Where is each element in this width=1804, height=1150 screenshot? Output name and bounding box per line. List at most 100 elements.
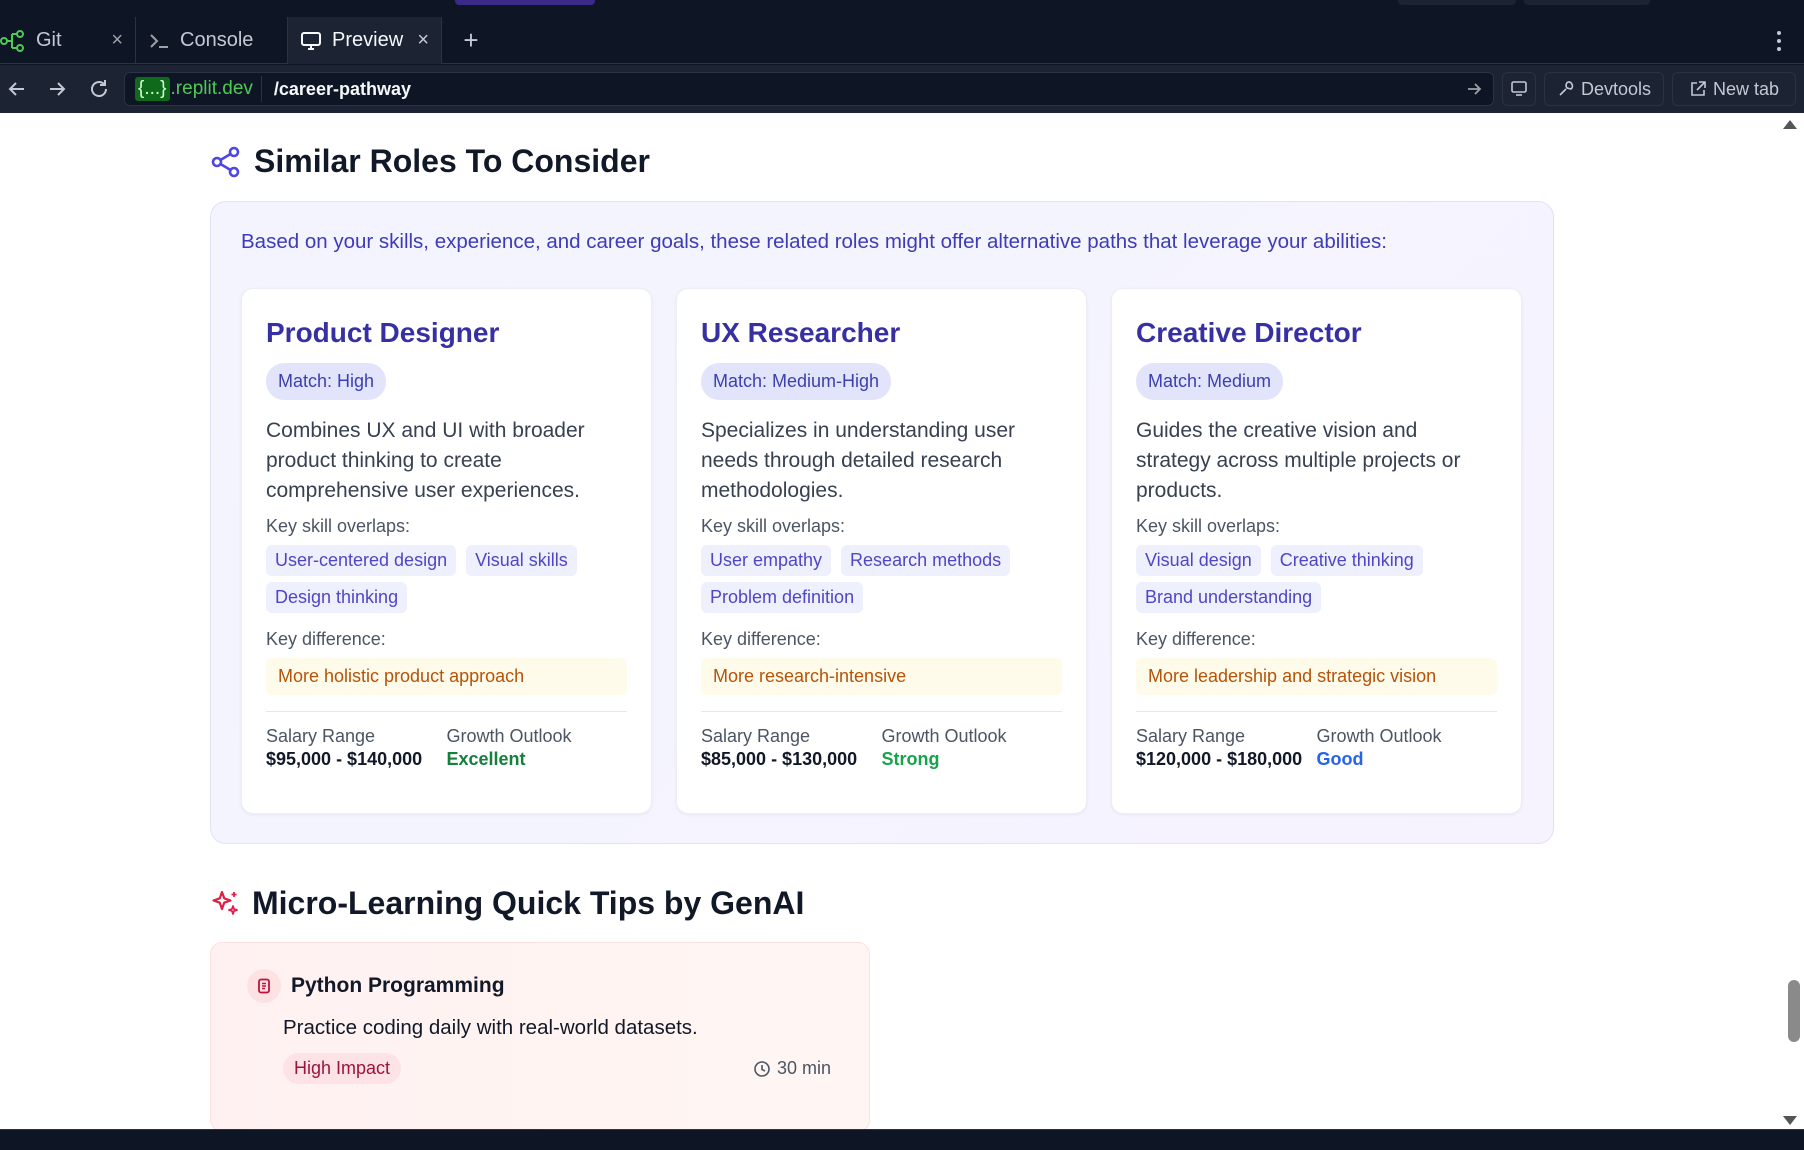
divider — [1136, 711, 1497, 712]
url-host-badge: {...} — [135, 77, 170, 101]
share-icon — [210, 146, 242, 178]
toolbar-button-edge[interactable] — [1398, 0, 1516, 5]
new-tab-label: New tab — [1712, 78, 1780, 99]
tip-topic: Python Programming — [291, 974, 505, 997]
devtools-label: Devtools — [1580, 78, 1652, 99]
tab-label: Preview — [332, 29, 404, 51]
match-badge: Match: Medium-High — [701, 363, 892, 400]
workspace-top-strip — [0, 0, 1804, 17]
url-path: /career-pathway — [273, 78, 411, 99]
address-bar: {...} .replit.dev /career-pathway Devtool… — [0, 65, 1804, 113]
vertical-scrollbar[interactable] — [1782, 113, 1804, 1129]
growth-value: Good — [1316, 749, 1364, 769]
similar-roles-panel: Based on your skills, experience, and ca… — [210, 201, 1554, 844]
reload-icon — [91, 80, 107, 97]
tab-preview[interactable]: Preview × — [288, 17, 442, 64]
tab-git[interactable]: Git × — [0, 17, 136, 64]
key-difference-value: More holistic product approach — [266, 658, 627, 695]
growth-value: Excellent — [446, 749, 526, 769]
salary-label: Salary Range — [701, 726, 811, 746]
key-difference-label: Key difference: — [1136, 629, 1256, 649]
close-icon[interactable]: × — [111, 30, 123, 50]
sparkles-icon — [210, 889, 240, 919]
scroll-down-icon[interactable] — [1783, 1116, 1797, 1125]
key-difference-value: More research-intensive — [701, 658, 1062, 695]
skill-chip-list: User empathy Research methods Problem de… — [701, 545, 1062, 613]
role-card-product-designer[interactable]: Product Designer Match: High Combines UX… — [241, 288, 652, 814]
tip-card[interactable]: Python Programming Practice coding daily… — [210, 942, 870, 1129]
device-preview-button[interactable] — [1502, 72, 1536, 106]
forward-button[interactable] — [42, 75, 72, 103]
growth-value: Strong — [881, 749, 940, 769]
code-file-icon — [247, 969, 281, 1003]
scroll-up-icon[interactable] — [1783, 120, 1797, 129]
more-options-icon[interactable] — [1774, 24, 1784, 58]
micro-learning-heading: Micro-Learning Quick Tips by GenAI — [210, 885, 804, 922]
role-stats: Salary Range $120,000 - $180,000 Growth … — [1136, 726, 1497, 770]
role-description: Combines UX and UI with broader product … — [266, 419, 585, 502]
tip-duration: 30 min — [753, 1058, 831, 1079]
open-new-tab-button[interactable]: New tab — [1672, 72, 1796, 106]
git-branch-icon — [0, 29, 26, 52]
run-button-edge[interactable] — [455, 0, 595, 5]
role-stats: Salary Range $95,000 - $140,000 Growth O… — [266, 726, 627, 770]
impact-badge: High Impact — [283, 1053, 402, 1084]
skill-chip: User-centered design — [266, 545, 457, 576]
divider — [266, 711, 627, 712]
role-card-creative-director[interactable]: Creative Director Match: Medium Guides t… — [1111, 288, 1522, 814]
reload-button[interactable] — [84, 75, 114, 103]
tip-header: Python Programming — [247, 969, 505, 1003]
toolbar-button-edge[interactable] — [1524, 0, 1650, 5]
add-tab-button[interactable]: + — [453, 17, 489, 64]
similar-roles-heading: Similar Roles To Consider — [210, 143, 650, 180]
skill-chip: Visual design — [1136, 545, 1261, 576]
close-icon[interactable]: × — [417, 30, 429, 50]
skill-chip: Design thinking — [266, 582, 408, 613]
divider — [701, 711, 1062, 712]
salary-label: Salary Range — [1136, 726, 1246, 746]
skill-chip-list: Visual design Creative thinking Brand un… — [1136, 545, 1497, 613]
salary-label: Salary Range — [266, 726, 376, 746]
skill-chip: Problem definition — [701, 582, 864, 613]
match-badge: Match: Medium — [1136, 363, 1284, 400]
key-difference-label: Key difference: — [701, 629, 821, 649]
skill-chip-list: User-centered design Visual skills Desig… — [266, 545, 627, 613]
section-title: Similar Roles To Consider — [254, 143, 650, 179]
tab-console[interactable]: Console — [136, 17, 288, 64]
key-difference-label: Key difference: — [266, 629, 386, 649]
salary-value: $95,000 - $140,000 — [266, 749, 423, 769]
tip-text: Practice coding daily with real-world da… — [283, 1016, 698, 1039]
skill-chip: Brand understanding — [1136, 582, 1322, 613]
arrow-right-icon — [50, 82, 66, 96]
tab-bar: Git × Console Preview × — [0, 17, 1804, 64]
role-card-ux-researcher[interactable]: UX Researcher Match: Medium-High Special… — [676, 288, 1087, 814]
terminal-icon — [148, 31, 170, 51]
skill-overlaps-label: Key skill overlaps: — [1136, 516, 1281, 536]
scrollbar-thumb[interactable] — [1788, 980, 1800, 1042]
growth-label: Growth Outlook — [881, 726, 1007, 746]
growth-label: Growth Outlook — [446, 726, 572, 746]
match-badge: Match: High — [266, 363, 387, 400]
clock-icon — [754, 1060, 770, 1077]
go-arrow-icon[interactable] — [1465, 79, 1483, 104]
monitor-icon — [1511, 81, 1527, 96]
salary-value: $120,000 - $180,000 — [1136, 749, 1303, 769]
skill-overlaps-label: Key skill overlaps: — [266, 516, 411, 536]
role-description: Guides the creative vision and strategy … — [1136, 419, 1461, 502]
role-description: Specializes in understanding user needs … — [701, 419, 1016, 502]
url-field[interactable]: {...} .replit.dev /career-pathway — [124, 72, 1494, 106]
back-button[interactable] — [2, 75, 32, 103]
section-title: Micro-Learning Quick Tips by GenAI — [252, 885, 805, 921]
arrow-left-icon — [8, 82, 24, 96]
skill-chip: Research methods — [841, 545, 1011, 576]
external-link-icon — [1691, 81, 1706, 96]
skill-chip: User empathy — [701, 545, 832, 576]
skill-chip: Visual skills — [466, 545, 577, 576]
skill-chip: Creative thinking — [1270, 545, 1423, 576]
key-difference-value: More leadership and strategic vision — [1136, 658, 1497, 695]
wrench-icon — [1559, 81, 1574, 96]
devtools-button[interactable]: Devtools — [1544, 72, 1664, 106]
salary-value: $85,000 - $130,000 — [701, 749, 858, 769]
preview-viewport: Similar Roles To Consider Based on your … — [0, 113, 1804, 1129]
monitor-icon — [300, 31, 322, 51]
